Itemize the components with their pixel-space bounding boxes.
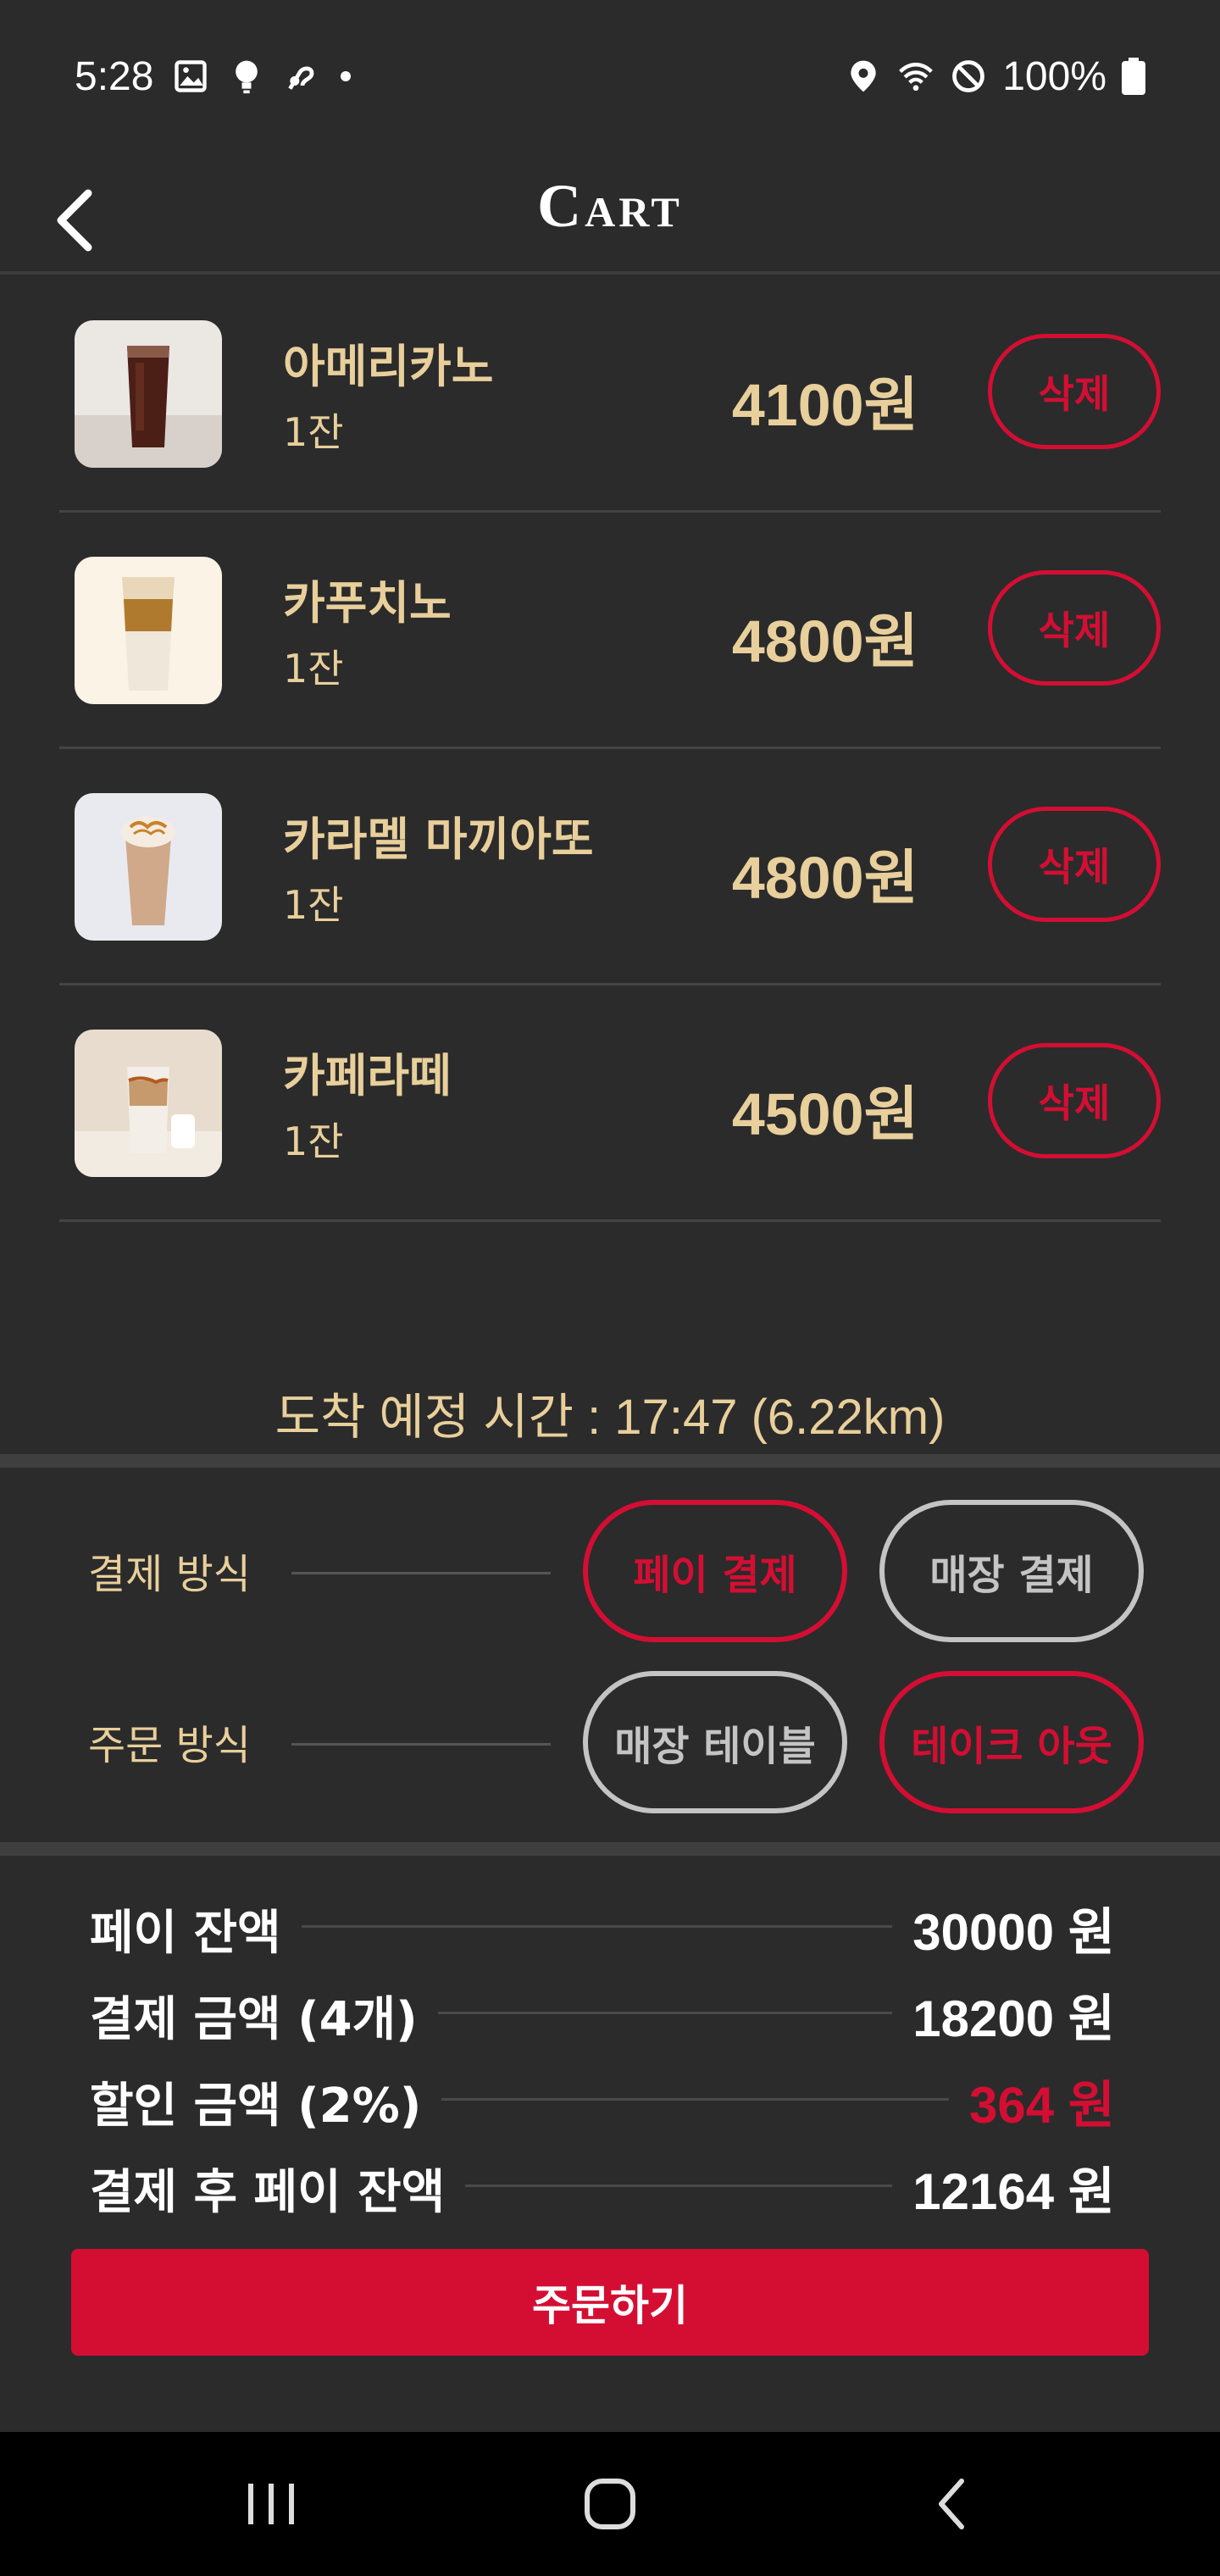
payment-method-label: 결제 방식 (88, 1551, 251, 1598)
cart-list: 아메리카노 1잔 4100원 삭제 카푸치노 1잔 4800원 삭제 카라멜 마… (59, 276, 1161, 1222)
item-quantity: 1잔 (283, 1119, 344, 1164)
pay-payment-button[interactable]: 페이 결제 (583, 1500, 847, 1642)
payment-amount-row: 결제 금액 (4개) 18200 원 (90, 1974, 1115, 2051)
summary-label: 결제 금액 (4개) (90, 1981, 438, 2050)
location-icon (851, 60, 876, 92)
item-price: 4800원 (731, 608, 918, 675)
back-icon (939, 2479, 964, 2529)
battery-icon (1122, 58, 1145, 95)
item-quantity: 1잔 (283, 409, 344, 455)
divider-line (291, 1572, 551, 1574)
summary-value: 12164 원 (892, 2151, 1115, 2224)
summary-value: 30000 원 (892, 1891, 1115, 1965)
section-divider (0, 1842, 1220, 1856)
recent-apps-icon (248, 2484, 294, 2524)
pay-balance-row: 페이 잔액 30000 원 (90, 1888, 1115, 1965)
status-left: 5:28 (75, 49, 352, 103)
order-method-label: 주문 방식 (88, 1722, 251, 1769)
item-quantity: 1잔 (283, 646, 344, 691)
payment-method-row: 결제 방식 페이 결제 매장 결제 (0, 1500, 1220, 1644)
battery-percent: 100% (1002, 53, 1106, 99)
item-name: 카페라떼 (283, 1049, 452, 1102)
caramel-macchiato-image (75, 793, 222, 941)
recent-apps-button[interactable] (220, 2466, 322, 2542)
order-method-row: 주문 방식 매장 테이블 테이크 아웃 (0, 1671, 1220, 1815)
item-name: 아메리카노 (283, 340, 494, 393)
back-nav-button[interactable] (901, 2466, 1003, 2542)
store-payment-button[interactable]: 매장 결제 (879, 1500, 1144, 1642)
delete-button[interactable]: 삭제 (988, 570, 1161, 686)
order-button[interactable]: 주문하기 (71, 2249, 1149, 2356)
item-name: 카푸치노 (283, 576, 452, 630)
item-name: 카라멜 마끼아또 (283, 813, 594, 866)
lightbulb-icon (236, 60, 258, 94)
page-title: Cart (537, 172, 683, 240)
wifi-icon (899, 63, 934, 92)
notification-dot-icon (341, 71, 352, 81)
summary-value: 18200 원 (892, 1978, 1115, 2051)
divider-line (291, 1743, 551, 1746)
item-price: 4500원 (731, 1081, 918, 1147)
cart-item: 카푸치노 1잔 4800원 삭제 (59, 513, 1161, 749)
cappuccino-image (75, 557, 222, 704)
cart-item: 아메리카노 1잔 4100원 삭제 (59, 276, 1161, 513)
americano-image (75, 320, 222, 468)
do-not-disturb-icon (952, 60, 985, 92)
app-header: Cart (0, 153, 1220, 275)
status-time: 5:28 (75, 53, 154, 99)
home-button[interactable] (559, 2466, 661, 2542)
system-nav-bar (0, 2432, 1220, 2576)
summary-label: 결제 후 페이 잔액 (90, 2154, 466, 2223)
summary-label: 페이 잔액 (90, 1895, 302, 1963)
cart-item: 카라멜 마끼아또 1잔 4800원 삭제 (59, 749, 1161, 985)
item-price: 4800원 (731, 845, 918, 911)
home-icon (585, 2479, 635, 2529)
discount-row: 할인 금액 (2%) 364 원 (90, 2061, 1115, 2138)
delete-button[interactable]: 삭제 (988, 1043, 1161, 1158)
cart-item: 카페라떼 1잔 4500원 삭제 (59, 985, 1161, 1222)
section-divider (0, 1454, 1220, 1468)
summary-label: 할인 금액 (2%) (90, 2068, 442, 2136)
arrival-time: 도착 예정 시간 : 17:47 (6.22km) (274, 1390, 946, 1445)
item-quantity: 1잔 (283, 882, 344, 928)
gallery-icon (175, 60, 208, 92)
remaining-balance-row: 결제 후 페이 잔액 12164 원 (90, 2147, 1115, 2224)
link-icon (288, 66, 314, 90)
take-out-button[interactable]: 테이크 아웃 (879, 1671, 1144, 1813)
item-price: 4100원 (731, 372, 918, 438)
delete-button[interactable]: 삭제 (988, 807, 1161, 922)
discount-value: 364 원 (949, 2064, 1115, 2138)
status-bar: 5:28 100% (0, 0, 1220, 153)
delete-button[interactable]: 삭제 (988, 334, 1161, 449)
cafe-latte-image (75, 1030, 222, 1177)
status-right: 100% (845, 49, 1145, 103)
store-table-button[interactable]: 매장 테이블 (583, 1671, 847, 1813)
